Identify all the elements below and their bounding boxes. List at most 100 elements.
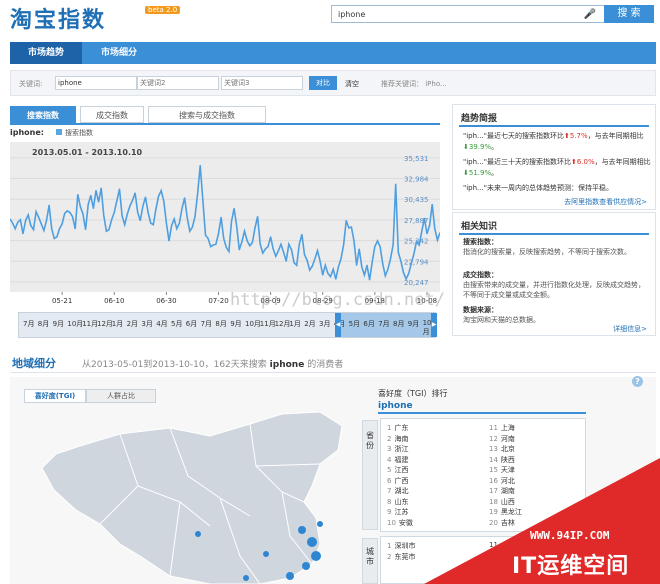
- timeline-month[interactable]: 5月: [171, 319, 182, 329]
- timeline-month[interactable]: 10月: [67, 319, 83, 329]
- taobao-index-logo[interactable]: 淘宝指数: [10, 2, 106, 34]
- data-point: [322, 274, 324, 276]
- province-rank-item[interactable]: 12 河南: [489, 434, 515, 444]
- timeline-month[interactable]: 5月: [349, 319, 360, 329]
- data-point: [202, 198, 204, 201]
- clear-link[interactable]: 清空: [345, 79, 359, 89]
- city-rank-item[interactable]: 1 深圳市: [387, 541, 415, 551]
- y-tick-label: 30,435: [404, 196, 429, 204]
- search-button[interactable]: 搜 索: [604, 5, 654, 23]
- timeline-month[interactable]: 9月: [53, 319, 64, 329]
- tab-deal-index[interactable]: 成交指数: [80, 106, 144, 123]
- timeline-month[interactable]: 12月: [97, 319, 113, 329]
- data-point: [350, 226, 352, 228]
- province-rank-item[interactable]: 1 广东: [387, 423, 408, 433]
- timeline-month[interactable]: 10月: [245, 319, 261, 329]
- microphone-icon[interactable]: 🎤: [584, 9, 596, 20]
- timeline-handle-left[interactable]: ◀: [335, 313, 341, 337]
- search-input[interactable]: [332, 6, 572, 22]
- data-point: [77, 194, 79, 196]
- timeline-month[interactable]: 7月: [23, 319, 34, 329]
- data-point: [165, 222, 167, 224]
- keyword-input-3[interactable]: [221, 76, 303, 90]
- region-dot[interactable]: [298, 526, 306, 534]
- province-rank-item[interactable]: 5 江西: [387, 465, 408, 475]
- help-icon[interactable]: ?: [632, 376, 643, 387]
- timeline-month[interactable]: 11月: [82, 319, 98, 329]
- timeline-month[interactable]: 8月: [215, 319, 226, 329]
- data-point: [191, 226, 194, 228]
- legend-keyword: iphone:: [10, 128, 44, 137]
- timeline-month[interactable]: 9月: [408, 319, 419, 329]
- province-rank-item[interactable]: 11 上海: [489, 423, 515, 433]
- timeline-month[interactable]: 12月: [275, 319, 291, 329]
- timeline-month[interactable]: 11月: [260, 319, 276, 329]
- timeline-month[interactable]: 2月: [304, 319, 315, 329]
- timeline-month[interactable]: 3月: [319, 319, 330, 329]
- region-dot[interactable]: [286, 572, 294, 580]
- region-dot[interactable]: [311, 551, 321, 561]
- timeline-month[interactable]: 8月: [393, 319, 404, 329]
- china-map[interactable]: [20, 406, 356, 584]
- keyword-input-1[interactable]: [55, 76, 137, 90]
- province-rank-item[interactable]: 9 江苏: [387, 507, 408, 517]
- tab-city[interactable]: 城市: [362, 538, 378, 584]
- region-dot[interactable]: [307, 537, 317, 547]
- province-rank-item[interactable]: 10 安徽: [387, 518, 413, 528]
- compare-button[interactable]: 对比: [309, 76, 337, 90]
- region-dot[interactable]: [195, 531, 201, 537]
- tab-province[interactable]: 省份: [362, 420, 378, 530]
- region-dot[interactable]: [243, 575, 249, 581]
- alibaba-supply-link[interactable]: 去阿里指数查看供应情况>: [564, 197, 647, 207]
- trend-30day: "iph..."最近三十天的搜索指数环比⬆6.0%，与去年同期相比⬇51.9%。: [463, 158, 651, 177]
- province-rank-item[interactable]: 13 北京: [489, 444, 515, 454]
- timeline-month[interactable]: 6月: [186, 319, 197, 329]
- province-rank-item[interactable]: 7 湖北: [387, 486, 408, 496]
- timeline-month[interactable]: 3月: [141, 319, 152, 329]
- province-rank-item[interactable]: 2 海南: [387, 434, 408, 444]
- data-point: [92, 207, 94, 210]
- region-dot[interactable]: [317, 521, 323, 527]
- region-dot[interactable]: [302, 562, 310, 570]
- province-rank-item[interactable]: 3 浙江: [387, 444, 408, 454]
- details-link[interactable]: 详细信息>: [613, 324, 647, 334]
- timeline-month[interactable]: 2月: [127, 319, 138, 329]
- timeline-month[interactable]: 1月: [289, 319, 300, 329]
- recommended-keywords[interactable]: 推荐关键词： iPho...: [381, 79, 447, 89]
- province-rank-item[interactable]: 4 福建: [387, 455, 408, 465]
- tab-search-index[interactable]: 搜索指数: [10, 106, 76, 123]
- timeline-month[interactable]: 8月: [38, 319, 49, 329]
- timeline-slider[interactable]: 7月 8月 9月 10月 11月 12月 1月 2月 3月 4月 5月 6月 7月 8月 9月 10月 11月 1…: [18, 312, 437, 338]
- tab-tgi[interactable]: 喜好度(TGI): [24, 389, 86, 403]
- data-point: [267, 246, 269, 248]
- province-rank-item[interactable]: 6 广西: [387, 476, 408, 486]
- tab-search-and-deal-index[interactable]: 搜索与成交指数: [148, 106, 266, 123]
- region-dot[interactable]: [263, 551, 269, 557]
- search-index-chart[interactable]: 2013.05.01 - 2013.10.10 35,531 32,984 30,43…: [10, 142, 440, 292]
- data-point: [137, 211, 139, 214]
- data-point: [95, 189, 97, 192]
- tab-market-trend[interactable]: 市场趋势: [10, 42, 82, 64]
- data-point: [306, 259, 308, 261]
- data-point: [243, 230, 246, 232]
- search-box[interactable]: 🎤: [331, 5, 605, 23]
- timeline-month[interactable]: 1月: [112, 319, 123, 329]
- tab-population-share[interactable]: 人群占比: [86, 389, 156, 403]
- timeline-month[interactable]: 6月: [363, 319, 374, 329]
- data-point: [363, 274, 366, 276]
- trend-brief-title: 趋势简报: [461, 114, 498, 124]
- keyword-input-2[interactable]: [137, 76, 219, 90]
- timeline-month[interactable]: 9月: [230, 319, 241, 329]
- province-rank-item[interactable]: 8 山东: [387, 497, 408, 507]
- timeline-month[interactable]: 7月: [378, 319, 389, 329]
- tab-market-segment[interactable]: 市场细分: [84, 42, 154, 64]
- timeline-month[interactable]: 4月: [156, 319, 167, 329]
- data-point: [199, 164, 201, 167]
- timeline-month[interactable]: 7月: [201, 319, 212, 329]
- city-rank-item[interactable]: 2 东莞市: [387, 552, 415, 562]
- data-point: [426, 233, 428, 235]
- timeline-handle-right[interactable]: ▶: [431, 313, 437, 337]
- search-index-line[interactable]: [10, 165, 440, 282]
- region-divider: [10, 372, 656, 373]
- data-point: [335, 278, 337, 280]
